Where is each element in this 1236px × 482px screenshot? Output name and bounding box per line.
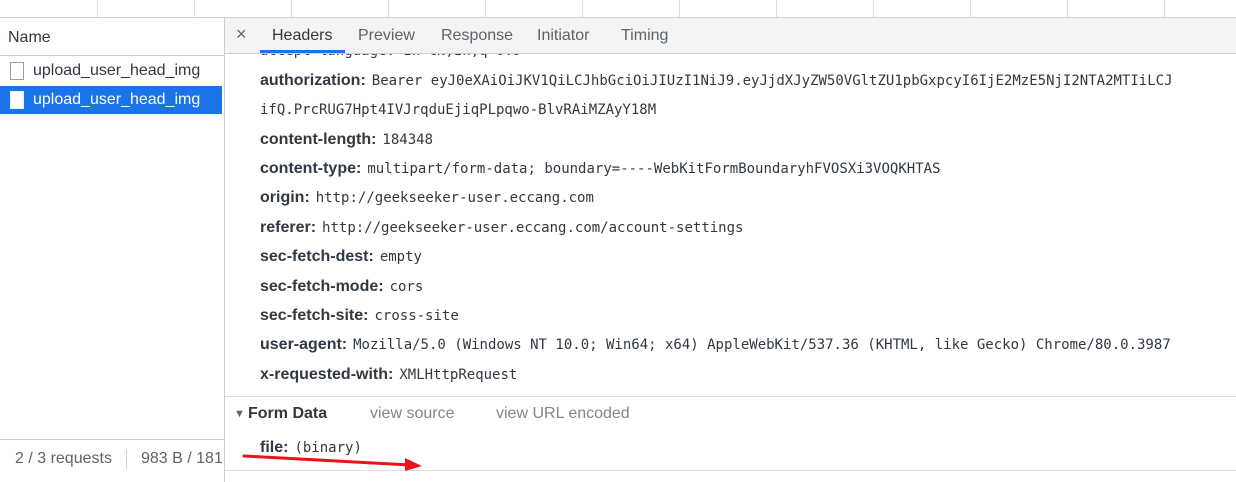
view-source-link[interactable]: view source [370, 405, 454, 423]
active-tab-indicator [260, 50, 345, 53]
timeline-tick [97, 0, 98, 17]
header-value: cross-site [374, 308, 459, 324]
timeline-tick [582, 0, 583, 17]
tab-headers[interactable]: Headers [272, 27, 332, 45]
header-key: referer: [260, 219, 317, 236]
timeline-tick [1067, 0, 1068, 17]
triangle-down-icon[interactable]: ▼ [234, 408, 245, 420]
annotation-arrow [242, 454, 422, 471]
request-row[interactable]: upload_user_head_img [0, 57, 222, 85]
status-divider [126, 449, 127, 469]
form-data-section-header[interactable]: ▼ Form Data view source view URL encoded [225, 397, 1236, 433]
request-count: 2 / 3 requests [15, 450, 112, 467]
request-row-selected[interactable]: upload_user_head_img [0, 86, 222, 114]
detail-tab-bar: × Headers Preview Response Initiator Tim… [225, 18, 1236, 54]
header-row-origin: origin: http://geekseeker-user.eccang.com [260, 189, 594, 207]
header-row-user-agent: user-agent: Mozilla/5.0 (Windows NT 10.0;… [260, 336, 1171, 354]
header-value-continued: ifQ.PrcRUG7Hpt4IVJrqduEjiqPLpqwo-BlvRAiM… [260, 102, 657, 118]
header-key: user-agent: [260, 336, 348, 353]
network-status-bar: 2 / 3 requests 983 B / 181 [0, 439, 224, 478]
header-value: http://geekseeker-user.eccang.com [315, 190, 594, 206]
request-detail-panel: × Headers Preview Response Initiator Tim… [225, 18, 1236, 482]
header-key: sec-fetch-dest: [260, 248, 374, 265]
form-data-title[interactable]: Form Data [248, 405, 327, 423]
timeline-tick [194, 0, 195, 17]
name-column-header[interactable]: Name [0, 18, 224, 56]
timeline-tick [1164, 0, 1165, 17]
header-value: empty [379, 249, 422, 265]
document-icon [10, 62, 24, 80]
header-row-x-requested-with: x-requested-with: XMLHttpRequest [260, 366, 517, 384]
header-row-content-length: content-length: 184348 [260, 131, 433, 149]
header-key: content-length: [260, 131, 377, 148]
header-row-sec-fetch-mode: sec-fetch-mode: cors [260, 278, 423, 296]
header-row-authorization: authorization: Bearer eyJ0eXAiOiJKV1QiLCJ… [260, 72, 1173, 90]
header-value: Mozilla/5.0 (Windows NT 10.0; Win64; x64… [353, 337, 1171, 353]
header-row-sec-fetch-dest: sec-fetch-dest: empty [260, 248, 422, 266]
timeline-tick [291, 0, 292, 17]
header-row-sec-fetch-site: sec-fetch-site: cross-site [260, 307, 459, 325]
header-key: content-type: [260, 160, 362, 177]
name-column-label: Name [8, 29, 51, 46]
header-value: cors [389, 279, 424, 295]
tab-initiator[interactable]: Initiator [537, 27, 589, 45]
request-list-panel: Name upload_user_head_img upload_user_he… [0, 18, 225, 482]
header-key: authorization: [260, 72, 366, 89]
timeline-tick [776, 0, 777, 17]
request-name: upload_user_head_img [33, 62, 201, 79]
timeline-tick [388, 0, 389, 17]
view-url-encoded-link[interactable]: view URL encoded [496, 405, 630, 423]
transferred-size: 983 B / 181 [141, 450, 223, 467]
header-value: multipart/form-data; boundary=----WebKit… [367, 161, 941, 177]
document-icon [10, 91, 24, 109]
header-key: sec-fetch-site: [260, 307, 369, 324]
tab-timing[interactable]: Timing [621, 27, 668, 45]
tab-preview[interactable]: Preview [358, 27, 415, 45]
timeline-tick [679, 0, 680, 17]
header-key: x-requested-with: [260, 366, 394, 383]
timeline-tick [485, 0, 486, 17]
network-timeline [0, 0, 1236, 18]
header-value: http://geekseeker-user.eccang.com/accoun… [322, 220, 744, 236]
header-key: origin: [260, 189, 310, 206]
header-value: Bearer eyJ0eXAiOiJKV1QiLCJhbGciOiJIUzI1N… [371, 73, 1173, 89]
header-row-referer: referer: http://geekseeker-user.eccang.co… [260, 219, 743, 237]
header-value: XMLHttpRequest [399, 367, 518, 383]
timeline-tick [873, 0, 874, 17]
timeline-tick [970, 0, 971, 17]
header-value: 184348 [382, 132, 433, 148]
close-icon[interactable]: × [236, 24, 247, 45]
header-key: sec-fetch-mode: [260, 278, 384, 295]
tab-response[interactable]: Response [441, 27, 513, 45]
request-name: upload_user_head_img [33, 91, 201, 108]
header-row-content-type: content-type: multipart/form-data; bounda… [260, 160, 940, 178]
